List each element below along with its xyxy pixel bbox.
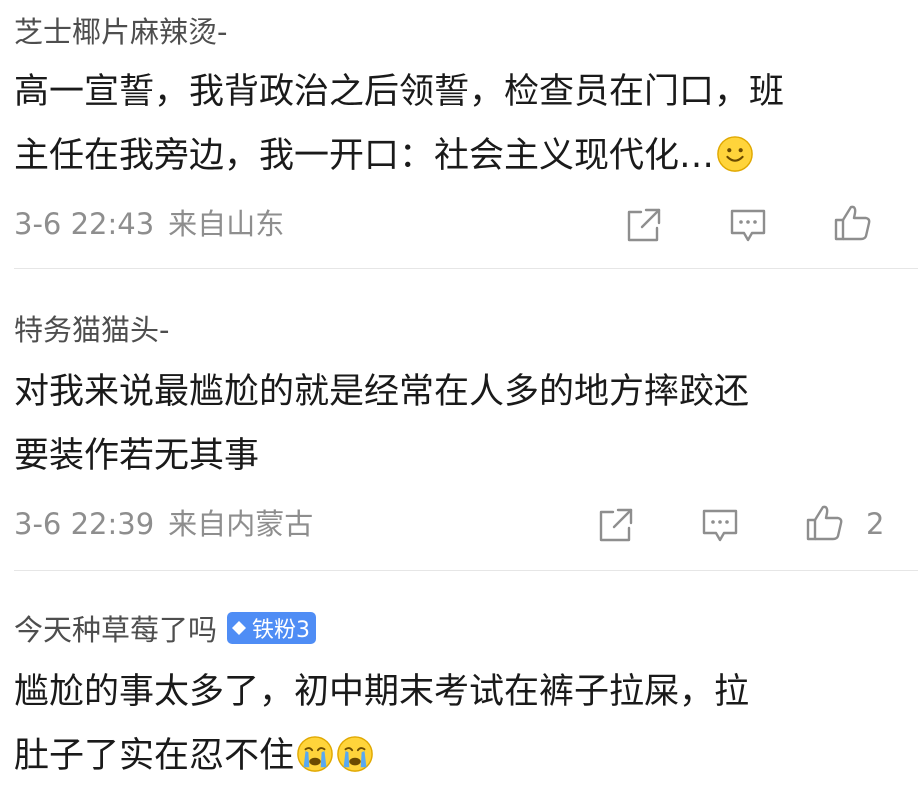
comment-line: 对我来说最尴尬的就是经常在人多的地方摔跤还 bbox=[14, 372, 750, 412]
divider bbox=[14, 570, 918, 571]
comment-list: 芝士椰片麻辣烫- 高一宣誓，我背政治之后领誓，检查员在门口，班 主任在我旁边，我… bbox=[0, 0, 918, 812]
comment-content: 尴尬的事太多了，初中期末考试在裤子拉屎，拉 肚子了实在忍不住 bbox=[14, 660, 894, 788]
smile-emoji-icon bbox=[717, 136, 753, 172]
share-icon[interactable] bbox=[624, 205, 664, 245]
username[interactable]: 今天种草莓了吗 bbox=[14, 607, 217, 649]
comment-line: 要装作若无其事 bbox=[14, 436, 260, 476]
diamond-icon bbox=[232, 621, 247, 635]
fan-badge: 铁粉3 bbox=[227, 612, 317, 644]
comment-line-with-emoji: 主任在我旁边，我一开口：社会主义现代化… bbox=[14, 124, 894, 188]
share-icon[interactable] bbox=[596, 505, 636, 545]
comment-line-with-emoji: 肚子了实在忍不住 bbox=[14, 724, 894, 788]
comment-line: 肚子了实在忍不住 bbox=[14, 736, 295, 776]
comment-meta: 3-6 22:39 来自内蒙古 bbox=[14, 504, 313, 544]
comment-line: 尴尬的事太多了，初中期末考试在裤子拉屎，拉 bbox=[14, 672, 750, 712]
username-row: 特务猫猫头- bbox=[14, 308, 169, 348]
comment-icon[interactable] bbox=[700, 505, 740, 545]
fan-badge-label: 铁粉3 bbox=[252, 618, 311, 643]
crying-emoji-icon bbox=[337, 736, 373, 772]
comment-item: 芝士椰片麻辣烫- 高一宣誓，我背政治之后领誓，检查员在门口，班 主任在我旁边，我… bbox=[0, 0, 918, 270]
source-prefix: 来自 bbox=[168, 507, 227, 541]
crying-emoji-icon bbox=[297, 736, 333, 772]
comment-line: 主任在我旁边，我一开口：社会主义现代化… bbox=[14, 136, 715, 176]
comment-icon[interactable] bbox=[728, 205, 768, 245]
like-icon[interactable] bbox=[832, 203, 872, 243]
comment-date: 3-6 22:43 bbox=[14, 207, 155, 241]
comment-content: 高一宣誓，我背政治之后领誓，检查员在门口，班 主任在我旁边，我一开口：社会主义现… bbox=[14, 60, 894, 188]
comment-meta: 3-6 22:43 来自山东 bbox=[14, 204, 284, 244]
username-row: 今天种草莓了吗 铁粉3 bbox=[14, 607, 317, 649]
username-row: 芝士椰片麻辣烫- bbox=[14, 10, 227, 50]
username[interactable]: 芝士椰片麻辣烫- bbox=[14, 9, 227, 51]
username[interactable]: 特务猫猫头- bbox=[14, 307, 169, 349]
source-prefix: 来自 bbox=[168, 207, 227, 241]
comment-item: 今天种草莓了吗 铁粉3 尴尬的事太多了，初中期末考试在裤子拉屎，拉 肚子了实在忍… bbox=[0, 572, 918, 812]
divider bbox=[14, 268, 918, 269]
like-icon[interactable] bbox=[804, 503, 844, 543]
like-count: 2 bbox=[866, 507, 885, 541]
comment-line: 高一宣誓，我背政治之后领誓，检查员在门口，班 bbox=[14, 72, 785, 112]
comment-content: 对我来说最尴尬的就是经常在人多的地方摔跤还 要装作若无其事 bbox=[14, 360, 894, 488]
comment-date: 3-6 22:39 bbox=[14, 507, 155, 541]
comment-item: 特务猫猫头- 对我来说最尴尬的就是经常在人多的地方摔跤还 要装作若无其事 3-6… bbox=[0, 270, 918, 570]
comment-location: 山东 bbox=[226, 207, 285, 241]
comment-location: 内蒙古 bbox=[226, 507, 314, 541]
